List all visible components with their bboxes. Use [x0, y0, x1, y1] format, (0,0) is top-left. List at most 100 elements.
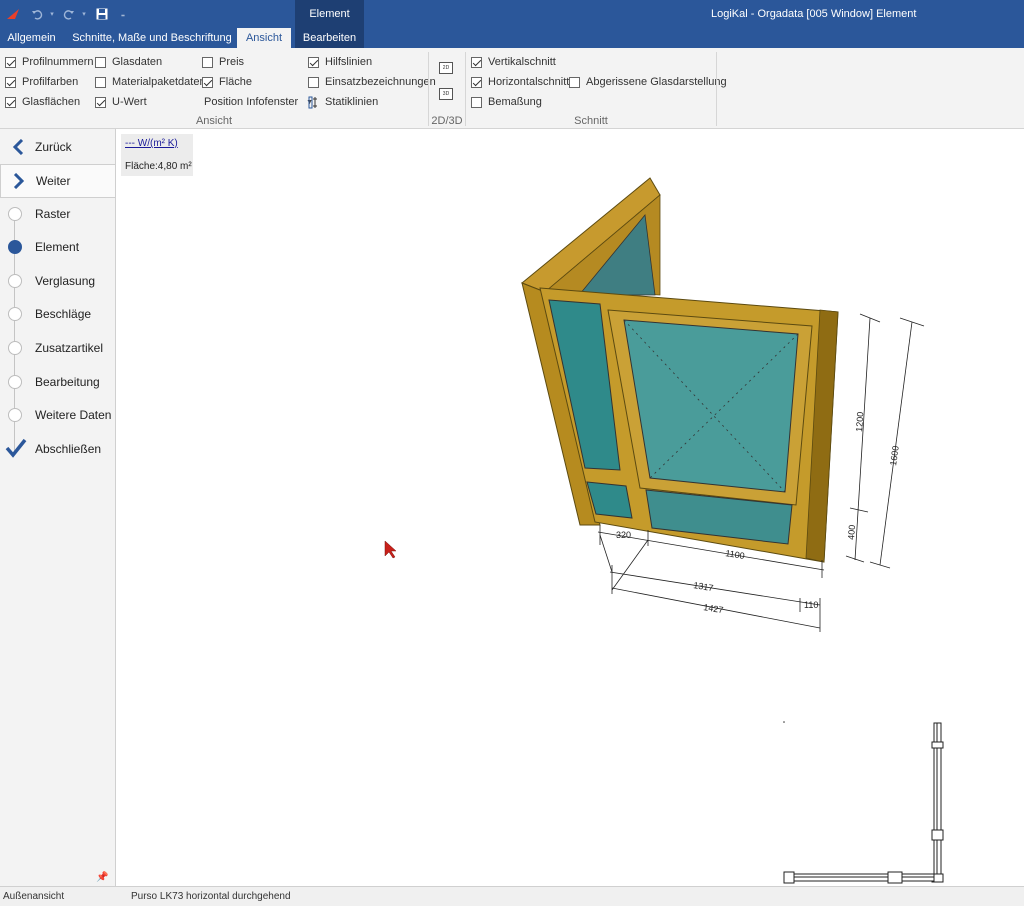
step-element[interactable]: Element: [0, 237, 116, 257]
wizard-sidebar: Zurück Weiter Raster Element Verglasung …: [0, 129, 116, 886]
next-button[interactable]: Weiter: [0, 164, 116, 198]
tab-bearbeiten[interactable]: Bearbeiten: [295, 28, 364, 48]
checkbox-u-wert[interactable]: U-Wert: [95, 94, 147, 110]
step-bearbeitung[interactable]: Bearbeitung: [0, 372, 116, 392]
checkbox-einsatzbezeichnungen[interactable]: Einsatzbezeichnungen: [308, 74, 436, 90]
step-label: Abschließen: [35, 442, 102, 456]
dim-height-upper: 1200: [854, 411, 865, 432]
dim-width-side: 320: [616, 530, 631, 540]
tab-ansicht[interactable]: Ansicht: [237, 28, 291, 48]
group-label-schnitt: Schnitt: [574, 115, 608, 127]
chevron-left-icon: [0, 139, 35, 155]
checkbox-glasdaten-box[interactable]: [95, 56, 106, 68]
checkbox-glasflaechen[interactable]: Glasflächen: [5, 94, 80, 110]
section-profile-view: [783, 722, 944, 884]
window-title: LogiKal - Orgadata [005 Window] Element: [711, 8, 917, 20]
checkbox-preis[interactable]: Preis: [202, 54, 244, 70]
checkbox-glasflaechen-label: Glasflächen: [22, 96, 81, 108]
checkbox-vertikalschnitt-box[interactable]: [471, 56, 482, 68]
status-view: Außenansicht: [3, 891, 65, 902]
step-abschliessen[interactable]: Abschließen: [0, 438, 116, 461]
checkbox-vertikalschnitt[interactable]: Vertikalschnitt: [471, 54, 556, 70]
checkbox-glasflaechen-box[interactable]: [5, 96, 16, 108]
status-bar: Außenansicht Purso LK73 horizontal durch…: [0, 886, 1024, 906]
step-dot-icon: [8, 375, 22, 389]
checkbox-einsatzbezeichnungen-box[interactable]: [308, 76, 319, 88]
checkbox-materialpaketdaten-box[interactable]: [95, 76, 106, 88]
checkbox-horizontalschnitt[interactable]: Horizontalschnitt: [471, 74, 569, 90]
step-label: Weitere Daten: [35, 408, 112, 422]
checkbox-profilfarben[interactable]: Profilfarben: [5, 74, 78, 90]
status-system: Purso LK73 horizontal durchgehend: [131, 891, 291, 902]
tab-allgemein[interactable]: Allgemein: [0, 28, 63, 48]
checkbox-horizontalschnitt-box[interactable]: [471, 76, 482, 88]
checkbox-abgerissene-glasdarstellung-label: Abgerissene Glasdarstellung: [586, 76, 727, 88]
step-label: Bearbeitung: [35, 375, 100, 389]
step-dot-icon: [8, 207, 22, 221]
checkbox-materialpaketdaten[interactable]: Materialpaketdaten: [95, 74, 206, 90]
checkbox-u-wert-box[interactable]: [95, 96, 106, 108]
statiklinien-button[interactable]: Statiklinien: [308, 94, 378, 110]
checkbox-profilnummern-box[interactable]: [5, 56, 16, 68]
checkbox-flaeche-box[interactable]: [202, 76, 213, 88]
group-label-ansicht: Ansicht: [195, 115, 233, 127]
checkbox-hilfslinien-box[interactable]: [308, 56, 319, 68]
title-bar: ▾ ▾ ₌ LogiKal - Orgadata [005 Window] El…: [0, 0, 1024, 28]
checkbox-bemassung-box[interactable]: [471, 96, 482, 108]
checkbox-hilfslinien[interactable]: Hilfslinien: [308, 54, 372, 70]
back-button-label: Zurück: [35, 140, 72, 154]
step-raster[interactable]: Raster: [0, 204, 116, 224]
step-dot-icon: [8, 341, 22, 355]
drawing-canvas[interactable]: --- W/(m² K) Fläche:4,80 m² 1200 400 160…: [117, 129, 1024, 886]
checkbox-profilfarben-box[interactable]: [5, 76, 16, 88]
position-infofenster-dropdown[interactable]: Position Infofenster ▼: [204, 94, 313, 110]
checkbox-flaeche-label: Fläche: [219, 76, 253, 88]
checkbox-abgerissene-glasdarstellung-box[interactable]: [569, 76, 580, 88]
step-label: Raster: [35, 207, 71, 221]
dim-width-small: 110: [804, 600, 818, 610]
step-zusatzartikel[interactable]: Zusatzartikel: [0, 338, 116, 358]
position-infofenster-label: Position Infofenster: [204, 96, 299, 108]
checkbox-vertikalschnitt-label: Vertikalschnitt: [488, 56, 556, 68]
tab-schnitte-masse-beschriftung[interactable]: Schnitte, Maße und Beschriftung: [70, 28, 234, 48]
checkbox-preis-box[interactable]: [202, 56, 213, 68]
step-dot-icon: [8, 408, 22, 422]
checkbox-bemassung[interactable]: Bemaßung: [471, 94, 542, 110]
ribbon-panel: Profilnummern Profilfarben Glasflächen G…: [0, 48, 1024, 129]
checkbox-preis-label: Preis: [219, 56, 245, 68]
step-label: Verglasung: [35, 274, 96, 288]
step-label: Beschläge: [35, 307, 92, 321]
chevron-right-icon: [1, 173, 36, 189]
pin-icon[interactable]: 📌: [96, 872, 108, 883]
checkbox-profilfarben-label: Profilfarben: [22, 76, 79, 88]
checkmark-icon: [5, 438, 27, 461]
step-beschlaege[interactable]: Beschläge: [0, 304, 116, 324]
checkbox-materialpaketdaten-label: Materialpaketdaten: [112, 76, 206, 88]
back-button[interactable]: Zurück: [0, 130, 116, 164]
checkbox-profilnummern-label: Profilnummern: [22, 56, 94, 68]
checkbox-horizontalschnitt-label: Horizontalschnitt: [488, 76, 570, 88]
dim-height-total: 1600: [888, 445, 901, 466]
dim-width-front: 1100: [725, 548, 746, 561]
checkbox-profilnummern[interactable]: Profilnummern: [5, 54, 94, 70]
window-3d-model: 1200 400 1600 320 1100 1317 110 1427: [384, 177, 944, 884]
step-label: Zusatzartikel: [35, 341, 104, 355]
step-label: Element: [35, 240, 80, 254]
checkbox-glasdaten-label: Glasdaten: [112, 56, 163, 68]
checkbox-flaeche[interactable]: Fläche: [202, 74, 252, 90]
statiklinien-label: Statiklinien: [325, 96, 379, 108]
checkbox-bemassung-label: Bemaßung: [488, 96, 542, 108]
step-dot-icon: [8, 307, 22, 321]
context-tab-group: Element: [295, 0, 364, 28]
view-3d-button[interactable]: 3D: [439, 88, 453, 100]
ribbon-tabs: Allgemein Schnitte, Maße und Beschriftun…: [0, 28, 1024, 48]
step-verglasung[interactable]: Verglasung: [0, 271, 116, 291]
step-current-dot-icon: [8, 240, 22, 254]
checkbox-glasdaten[interactable]: Glasdaten: [95, 54, 162, 70]
step-weitere-daten[interactable]: Weitere Daten: [0, 405, 116, 425]
view-2d-button[interactable]: 2D: [439, 62, 453, 74]
group-label-2d3d: 2D/3D: [431, 115, 463, 127]
checkbox-einsatzbezeichnungen-label: Einsatzbezeichnungen: [325, 76, 436, 88]
next-button-label: Weiter: [36, 174, 71, 188]
checkbox-abgerissene-glasdarstellung[interactable]: Abgerissene Glasdarstellung: [569, 74, 727, 90]
